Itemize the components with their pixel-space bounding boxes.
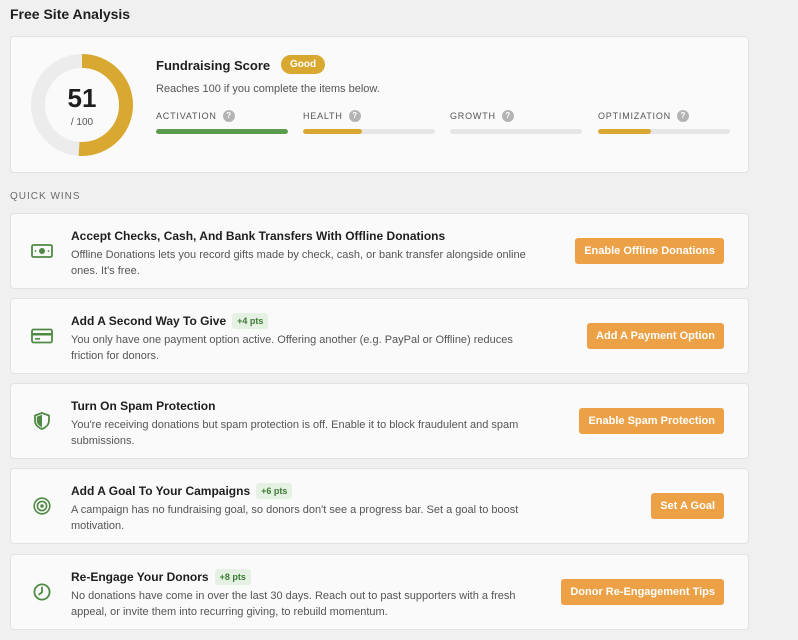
quick-win-re-engage-donors: Re-Engage Your Donors +8 pts No donation… [10, 554, 749, 630]
help-icon[interactable]: ? [501, 110, 514, 122]
metric-health: HEALTH? [303, 110, 435, 134]
page-title: Free Site Analysis [10, 6, 131, 22]
metric-label: GROWTH [450, 111, 496, 121]
quick-win-description: No donations have come in over the last … [71, 590, 516, 618]
help-icon[interactable]: ? [676, 110, 689, 122]
quick-win-title: Add A Goal To Your Campaigns [71, 484, 251, 498]
score-title: Fundraising Score [156, 58, 271, 73]
quick-win-campaign-goal: Add A Goal To Your Campaigns +6 pts A ca… [10, 468, 749, 544]
quick-win-title: Re-Engage Your Donors [71, 570, 209, 584]
credit-card-icon [31, 325, 53, 347]
quick-win-title: Add A Second Way To Give [71, 314, 227, 328]
set-a-goal-button[interactable]: Set A Goal [651, 493, 724, 519]
score-subtitle: Reaches 100 if you complete the items be… [156, 83, 380, 95]
quick-wins-heading: QUICK WINS [10, 191, 81, 202]
metric-optimization: OPTIMIZATION? [598, 110, 730, 134]
clock-icon [31, 581, 53, 603]
help-icon[interactable]: ? [222, 110, 235, 122]
progress-bar [156, 129, 288, 134]
help-icon[interactable]: ? [348, 110, 361, 122]
shield-icon [31, 410, 53, 432]
quick-win-offline-donations: Accept Checks, Cash, And Bank Transfers … [10, 213, 749, 289]
score-value: 51 [67, 83, 97, 113]
quick-win-description: A campaign has no fundraising goal, so d… [71, 504, 519, 532]
status-badge: Good [281, 55, 326, 74]
progress-bar [450, 129, 582, 134]
points-badge: +8 pts [214, 569, 251, 585]
fundraising-score-card: 51 / 100 Fundraising Score Good Reaches … [10, 36, 749, 173]
score-max: / 100 [70, 117, 94, 128]
enable-offline-donations-button[interactable]: Enable Offline Donations [575, 238, 724, 264]
quick-win-second-payment: Add A Second Way To Give +4 pts You only… [10, 298, 749, 374]
metric-label: OPTIMIZATION [598, 111, 671, 121]
quick-win-title: Accept Checks, Cash, And Bank Transfers … [71, 229, 446, 243]
points-badge: +6 pts [256, 483, 293, 499]
cash-icon [31, 240, 53, 262]
quick-win-title: Turn On Spam Protection [71, 399, 216, 413]
quick-win-description: Offline Donations lets you record gifts … [71, 249, 526, 277]
donor-re-engagement-tips-button[interactable]: Donor Re-Engagement Tips [561, 579, 724, 605]
metric-label: HEALTH [303, 111, 343, 121]
target-icon [31, 495, 53, 517]
points-badge: +4 pts [232, 313, 269, 329]
metric-label: ACTIVATION [156, 111, 217, 121]
quick-win-description: You're receiving donations but spam prot… [71, 419, 519, 447]
quick-win-spam-protection: Turn On Spam Protection You're receiving… [10, 383, 749, 459]
metric-activation: ACTIVATION? [156, 110, 288, 134]
progress-bar [303, 129, 435, 134]
quick-win-description: You only have one payment option active.… [71, 334, 513, 362]
progress-bar [598, 129, 730, 134]
add-payment-option-button[interactable]: Add A Payment Option [587, 323, 724, 349]
enable-spam-protection-button[interactable]: Enable Spam Protection [579, 408, 724, 434]
metric-growth: GROWTH? [450, 110, 582, 134]
